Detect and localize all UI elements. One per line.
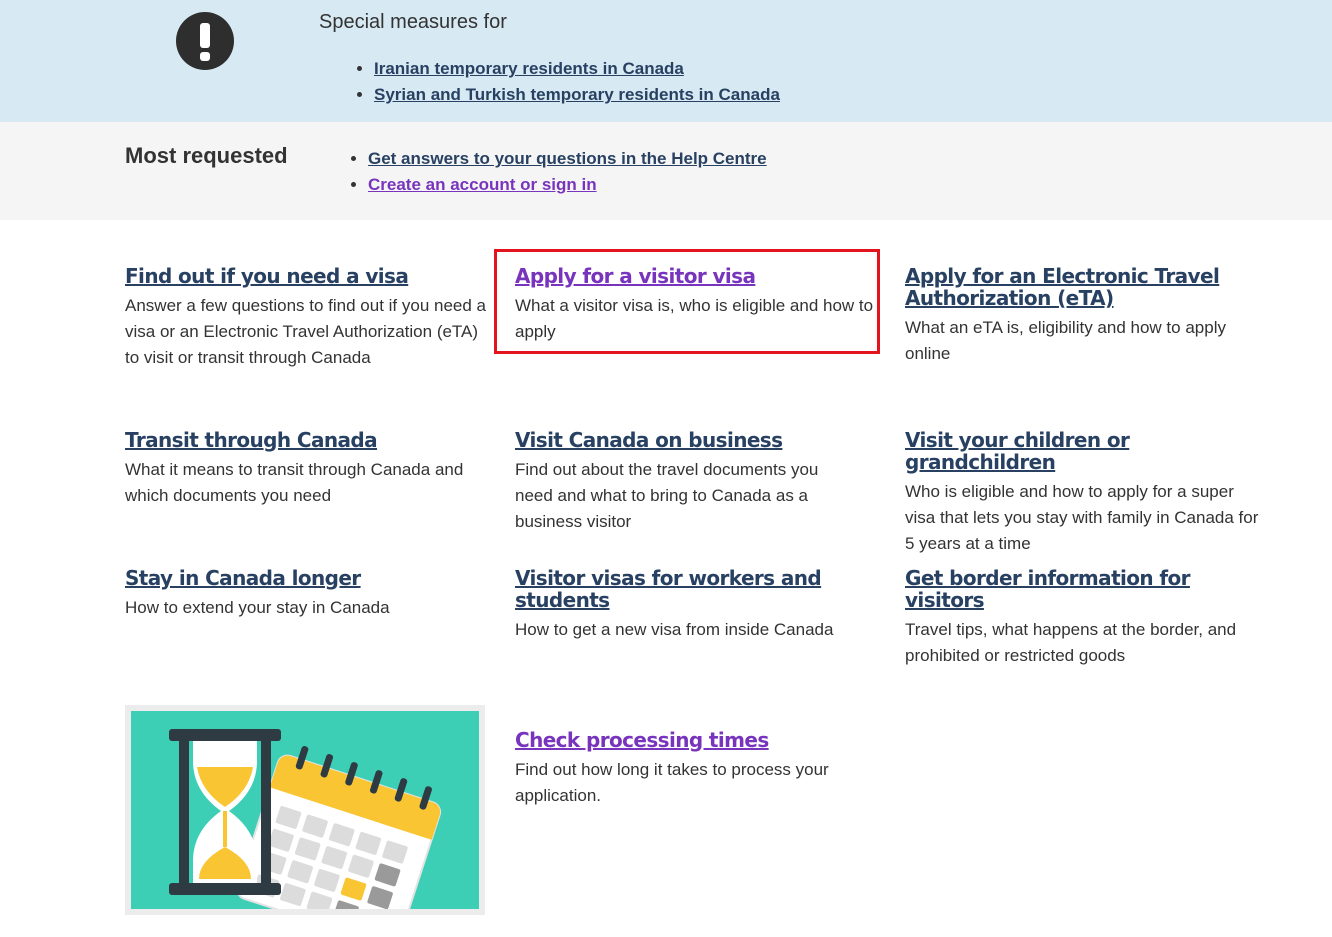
syrian-turkish-residents-link[interactable]: Syrian and Turkish temporary residents i…: [374, 85, 780, 104]
card-description: Find out about the travel documents you …: [515, 460, 819, 531]
alert-links: Iranian temporary residents in Canada Sy…: [356, 56, 780, 108]
card-apply-eta: Apply for an Electronic Travel Authoriza…: [905, 265, 1265, 367]
card-description: Find out how long it takes to process yo…: [515, 760, 829, 805]
hourglass-calendar-illustration: [125, 705, 485, 915]
card-border-info: Get border information for visitors Trav…: [905, 567, 1265, 669]
card-title-link[interactable]: Stay in Canada longer: [125, 567, 487, 589]
hourglass-calendar-icon: [131, 711, 479, 909]
card-processing-times: Check processing times Find out how long…: [515, 729, 865, 809]
card-business: Visit Canada on business Find out about …: [515, 429, 855, 535]
card-title-link[interactable]: Find out if you need a visa: [125, 265, 487, 287]
alert-title: Special measures for: [319, 11, 507, 33]
card-description: How to get a new visa from inside Canada: [515, 620, 834, 639]
card-description: Answer a few questions to find out if yo…: [125, 296, 487, 367]
card-description: What an eTA is, eligibility and how to a…: [905, 318, 1226, 363]
card-description: Who is eligible and how to apply for a s…: [905, 482, 1259, 553]
iranian-residents-link[interactable]: Iranian temporary residents in Canada: [374, 59, 684, 78]
card-title-link[interactable]: Transit through Canada: [125, 429, 487, 451]
card-transit: Transit through Canada What it means to …: [125, 429, 487, 509]
card-title-link[interactable]: Get border information for visitors: [905, 567, 1265, 611]
most-requested-links: Get answers to your questions in the Hel…: [350, 146, 767, 198]
most-requested-item: Get answers to your questions in the Hel…: [368, 146, 767, 172]
exclamation-icon: [176, 12, 234, 70]
card-title-link[interactable]: Visit Canada on business: [515, 429, 855, 451]
card-title-link[interactable]: Visit your children or grandchildren: [905, 429, 1265, 473]
card-description: Travel tips, what happens at the border,…: [905, 620, 1237, 665]
create-account-link[interactable]: Create an account or sign in: [368, 175, 597, 194]
card-title-link[interactable]: Visitor visas for workers and students: [515, 567, 885, 611]
most-requested-title: Most requested: [125, 143, 288, 168]
card-find-out-visa: Find out if you need a visa Answer a few…: [125, 265, 487, 371]
card-title-link[interactable]: Check processing times: [515, 729, 865, 751]
card-stay-longer: Stay in Canada longer How to extend your…: [125, 567, 487, 621]
alert-list-item: Iranian temporary residents in Canada: [374, 56, 780, 82]
help-centre-link[interactable]: Get answers to your questions in the Hel…: [368, 149, 767, 168]
card-workers-students: Visitor visas for workers and students H…: [515, 567, 885, 643]
alert-list-item: Syrian and Turkish temporary residents i…: [374, 82, 780, 108]
most-requested-item: Create an account or sign in: [368, 172, 767, 198]
highlight-box: [494, 249, 880, 354]
card-super-visa: Visit your children or grandchildren Who…: [905, 429, 1265, 557]
card-description: What it means to transit through Canada …: [125, 460, 464, 505]
card-description: How to extend your stay in Canada: [125, 598, 390, 617]
card-title-link[interactable]: Apply for an Electronic Travel Authoriza…: [905, 265, 1265, 309]
